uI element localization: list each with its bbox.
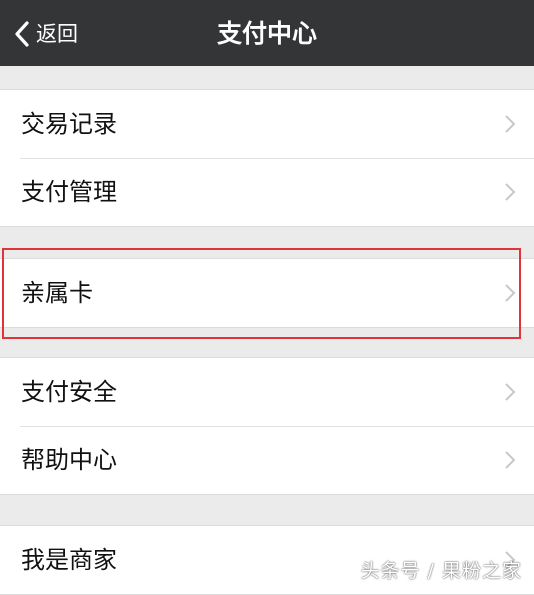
chevron-right-icon <box>505 183 516 201</box>
list-item-help-center[interactable]: 帮助中心 <box>0 426 534 494</box>
list-item-family-card[interactable]: 亲属卡 <box>0 259 534 327</box>
list-item-label: 支付管理 <box>21 178 117 206</box>
list-item-payment-security[interactable]: 支付安全 <box>0 358 534 426</box>
settings-group-1: 交易记录 支付管理 <box>0 89 534 227</box>
list-item-label: 支付安全 <box>21 378 117 406</box>
list-item-payment-management[interactable]: 支付管理 <box>0 158 534 226</box>
watermark-text: 头条号 / 果粉之家 <box>360 560 522 582</box>
chevron-right-icon <box>505 383 516 401</box>
page-title: 支付中心 <box>216 19 317 48</box>
list-item-label: 帮助中心 <box>21 446 117 474</box>
list-item-label: 交易记录 <box>21 110 117 138</box>
settings-group-2: 亲属卡 <box>0 258 534 328</box>
list-item-transaction-records[interactable]: 交易记录 <box>0 90 534 158</box>
list-item-label: 我是商家 <box>21 546 117 574</box>
list-item-label: 亲属卡 <box>21 279 93 307</box>
chevron-right-icon <box>505 115 516 133</box>
chevron-right-icon <box>505 284 516 302</box>
settings-group-3: 支付安全 帮助中心 <box>0 357 534 495</box>
navigation-bar: 返回 支付中心 <box>0 0 534 66</box>
chevron-right-icon <box>505 451 516 469</box>
